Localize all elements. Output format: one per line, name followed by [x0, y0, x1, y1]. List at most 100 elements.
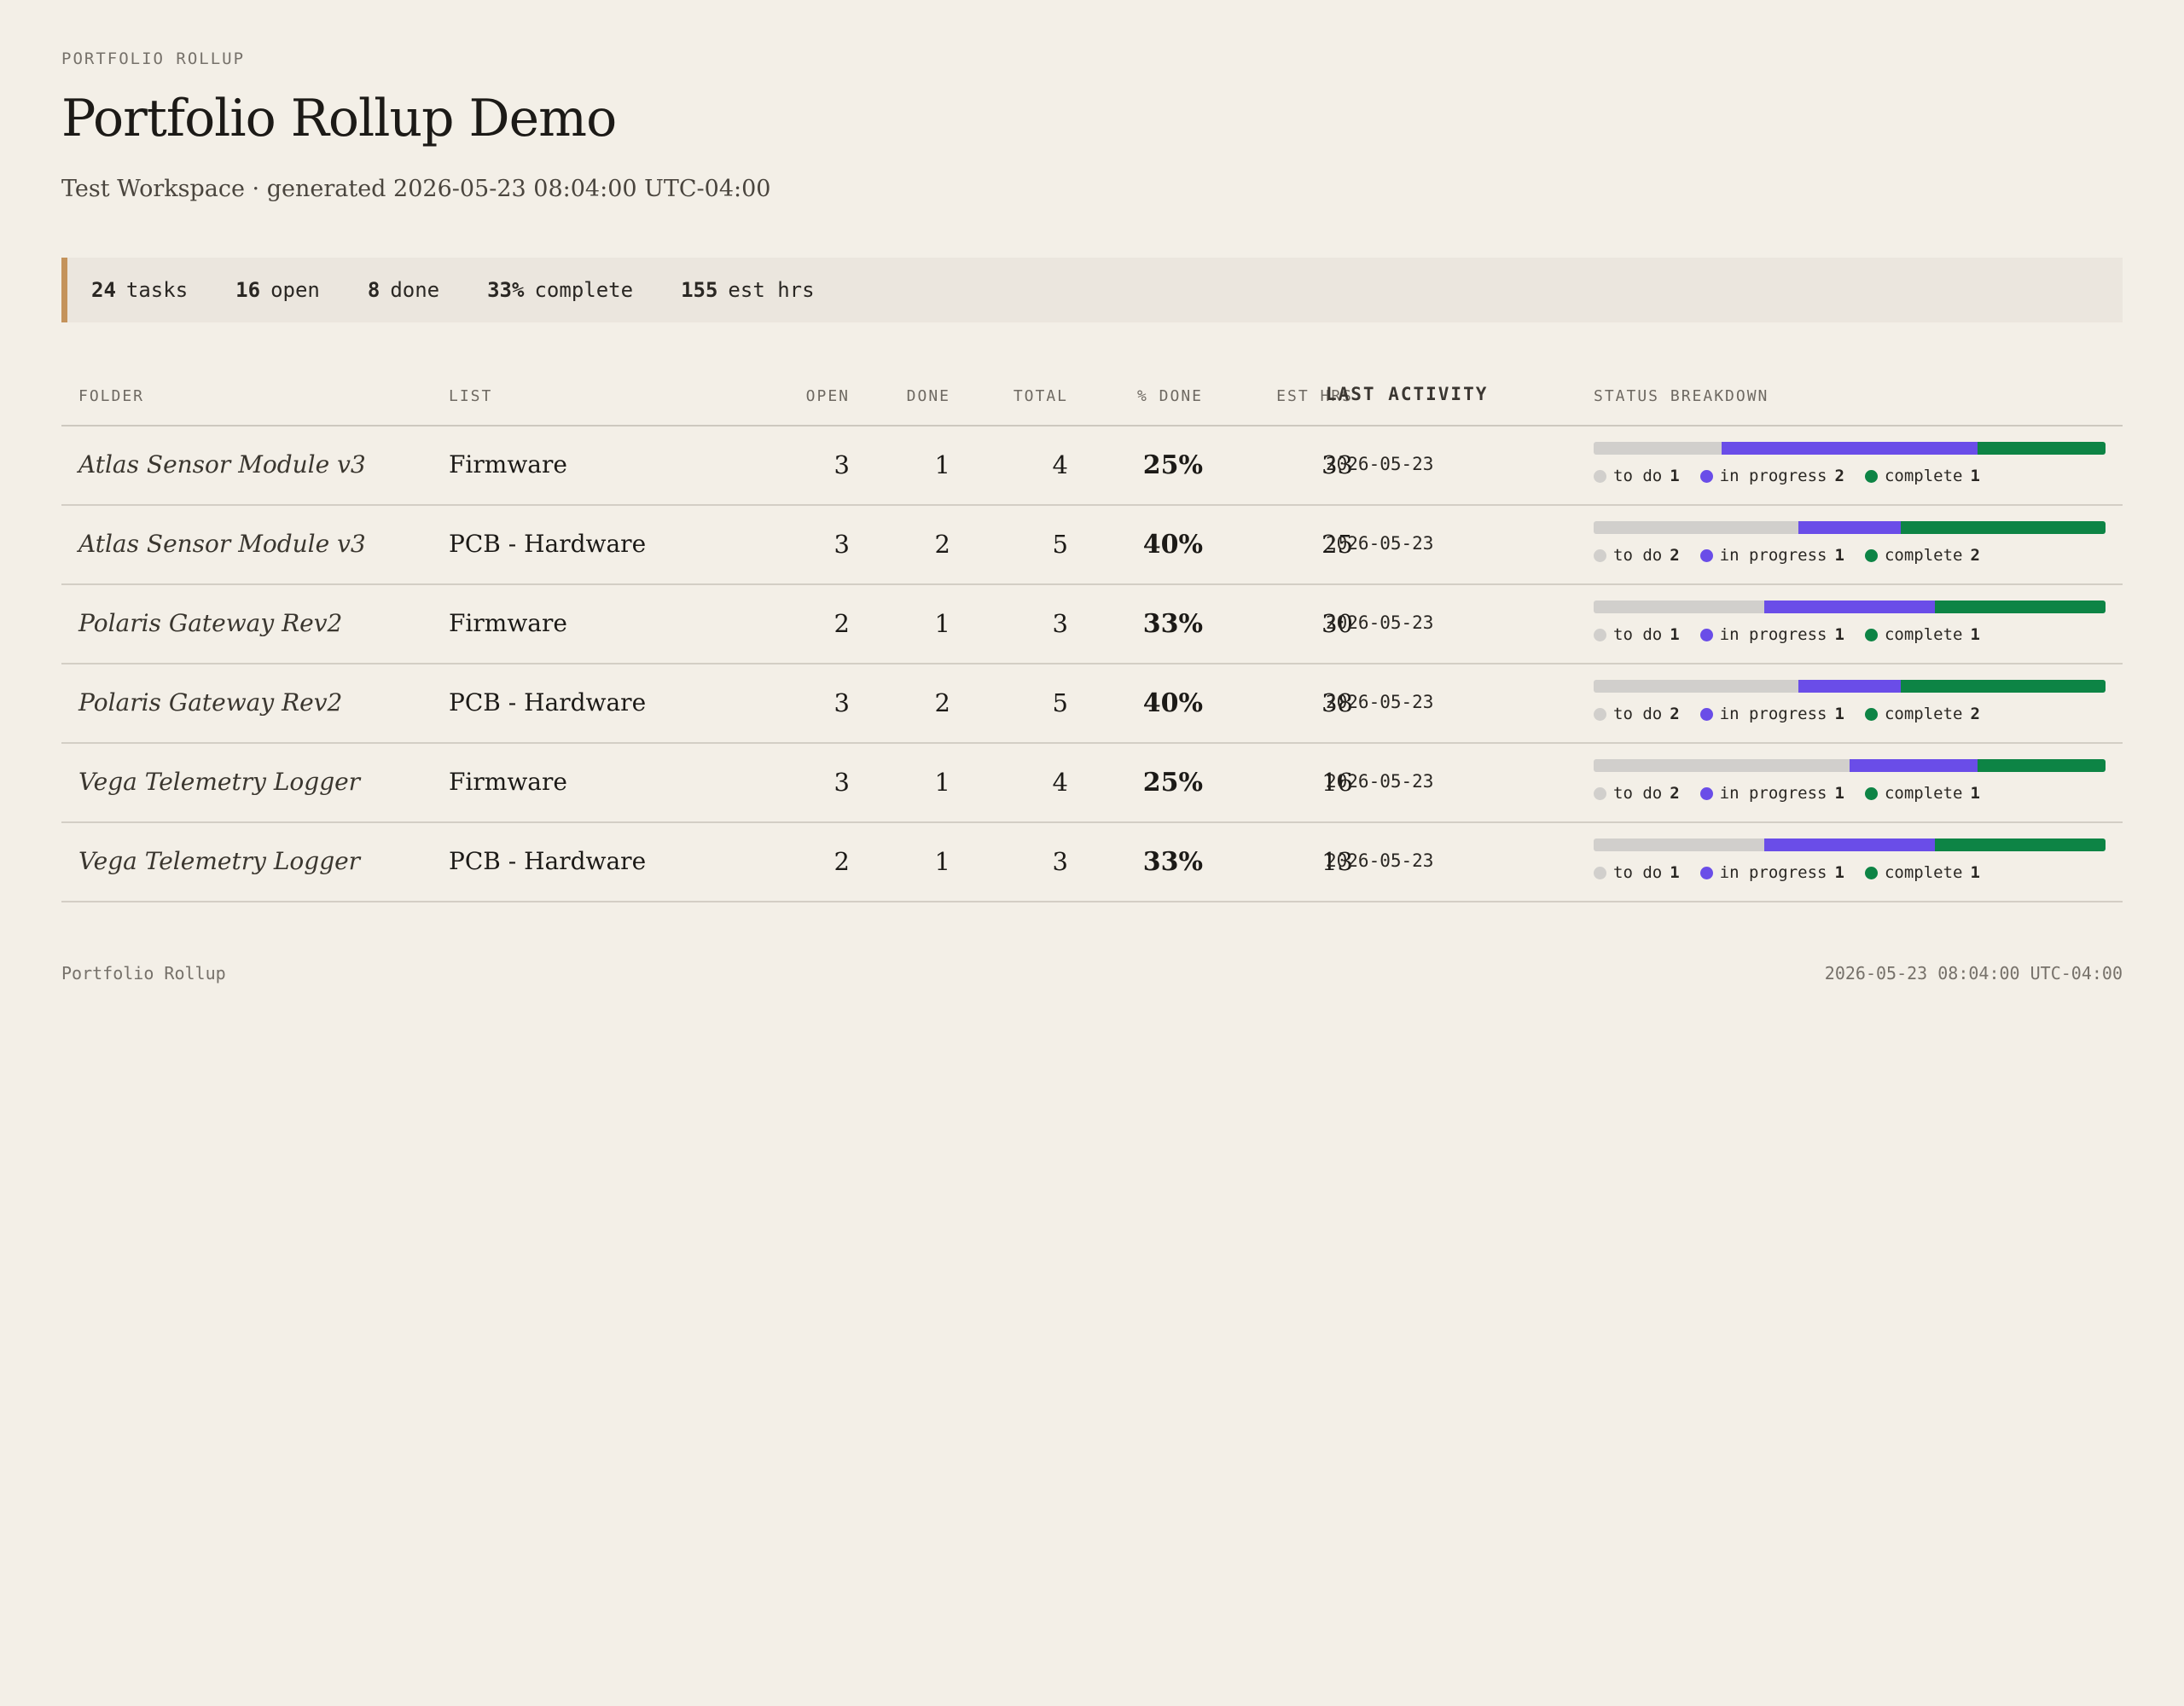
- last-activity-cell: 2026-05-23: [1326, 771, 1434, 792]
- status-bar: [1594, 838, 2106, 851]
- legend-complete: complete 2: [1864, 546, 1980, 565]
- bar-segment-complete: [1935, 601, 2106, 613]
- pct-done-cell: 40%: [1142, 530, 1203, 560]
- bar-segment-in-progress: [1798, 521, 1901, 534]
- column-header-folder[interactable]: FOLDER: [78, 387, 144, 405]
- complete-dot-icon: [1864, 548, 1878, 562]
- column-header-open[interactable]: OPEN: [747, 387, 850, 405]
- bar-segment-complete: [1978, 442, 2106, 455]
- bar-segment-todo: [1594, 521, 1798, 534]
- folder-cell[interactable]: Polaris Gateway Rev2: [78, 609, 342, 637]
- complete-dot-icon: [1864, 866, 1878, 879]
- summary-complete: 33% complete: [487, 278, 634, 302]
- summary-open: 16 open: [235, 278, 320, 302]
- status-legend: to do 2 in progress 1 complete 2: [1594, 546, 2106, 565]
- bar-segment-in-progress: [1764, 838, 1935, 851]
- done-cell: 1: [934, 450, 950, 479]
- legend-todo: to do 2: [1594, 546, 1680, 565]
- summary-tasks: 24 tasks: [91, 278, 189, 302]
- todo-dot-icon: [1594, 548, 1606, 562]
- table-row[interactable]: Polaris Gateway Rev2 Firmware 2 1 3 33% …: [61, 585, 2123, 664]
- complete-dot-icon: [1864, 469, 1878, 483]
- status-bar: [1594, 601, 2106, 613]
- in-progress-dot-icon: [1699, 786, 1713, 800]
- folder-cell[interactable]: Atlas Sensor Module v3: [78, 450, 366, 479]
- legend-todo: to do 1: [1594, 625, 1680, 644]
- page-subtitle: Test Workspace · generated 2026-05-23 08…: [61, 176, 771, 202]
- status-bar: [1594, 759, 2106, 772]
- folder-cell[interactable]: Vega Telemetry Logger: [78, 847, 360, 875]
- done-cell: 2: [934, 530, 950, 559]
- table-row[interactable]: Vega Telemetry Logger Firmware 3 1 4 25%…: [61, 744, 2123, 823]
- open-cell: 3: [834, 688, 850, 717]
- in-progress-dot-icon: [1699, 469, 1713, 483]
- legend-in-progress: in progress 2: [1699, 467, 1844, 485]
- list-cell[interactable]: PCB - Hardware: [449, 530, 646, 558]
- total-cell: 3: [1052, 609, 1068, 638]
- bar-segment-in-progress: [1722, 442, 1978, 455]
- pct-done-cell: 25%: [1142, 450, 1203, 480]
- pct-done-cell: 33%: [1142, 847, 1203, 877]
- complete-dot-icon: [1864, 786, 1878, 800]
- column-header-last-activity[interactable]: LAST ACTIVITY: [1326, 384, 1488, 404]
- table-row[interactable]: Atlas Sensor Module v3 PCB - Hardware 3 …: [61, 506, 2123, 585]
- status-bar: [1594, 521, 2106, 534]
- table-row[interactable]: Polaris Gateway Rev2 PCB - Hardware 3 2 …: [61, 664, 2123, 744]
- folder-cell[interactable]: Atlas Sensor Module v3: [78, 530, 366, 558]
- todo-dot-icon: [1594, 786, 1606, 800]
- pct-done-cell: 40%: [1142, 688, 1203, 718]
- column-header-total[interactable]: TOTAL: [966, 387, 1068, 405]
- folder-cell[interactable]: Polaris Gateway Rev2: [78, 688, 342, 717]
- list-cell[interactable]: Firmware: [449, 768, 567, 796]
- bar-segment-todo: [1594, 680, 1798, 693]
- status-breakdown: to do 2 in progress 1 complete 2: [1594, 680, 2106, 723]
- todo-dot-icon: [1594, 707, 1606, 721]
- column-header-list[interactable]: LIST: [449, 387, 492, 405]
- legend-todo: to do 2: [1594, 784, 1680, 803]
- todo-dot-icon: [1594, 866, 1606, 879]
- list-cell[interactable]: Firmware: [449, 609, 567, 637]
- legend-complete: complete 1: [1864, 625, 1980, 644]
- total-cell: 4: [1052, 450, 1068, 479]
- todo-dot-icon: [1594, 628, 1606, 641]
- pct-done-cell: 25%: [1142, 768, 1203, 798]
- table-row[interactable]: Vega Telemetry Logger PCB - Hardware 2 1…: [61, 823, 2123, 902]
- status-bar: [1594, 442, 2106, 455]
- status-legend: to do 2 in progress 1 complete 1: [1594, 784, 2106, 803]
- table-row[interactable]: Atlas Sensor Module v3 Firmware 3 1 4 25…: [61, 426, 2123, 506]
- legend-in-progress: in progress 1: [1699, 784, 1844, 803]
- legend-todo: to do 2: [1594, 705, 1680, 723]
- status-legend: to do 2 in progress 1 complete 2: [1594, 705, 2106, 723]
- total-cell: 5: [1052, 688, 1068, 717]
- bar-segment-in-progress: [1798, 680, 1901, 693]
- footer-timestamp: 2026-05-23 08:04:00 UTC-04:00: [1824, 963, 2123, 984]
- bar-segment-todo: [1594, 442, 1722, 455]
- complete-dot-icon: [1864, 628, 1878, 641]
- in-progress-dot-icon: [1699, 628, 1713, 641]
- last-activity-cell: 2026-05-23: [1326, 454, 1434, 474]
- status-breakdown: to do 1 in progress 1 complete 1: [1594, 601, 2106, 644]
- last-activity-cell: 2026-05-23: [1326, 612, 1434, 633]
- in-progress-dot-icon: [1699, 548, 1713, 562]
- folder-cell[interactable]: Vega Telemetry Logger: [78, 768, 360, 796]
- bar-segment-complete: [1978, 759, 2106, 772]
- status-breakdown: to do 2 in progress 1 complete 2: [1594, 521, 2106, 565]
- legend-in-progress: in progress 1: [1699, 705, 1844, 723]
- column-header-pct-done[interactable]: % DONE: [1066, 387, 1203, 405]
- status-bar: [1594, 680, 2106, 693]
- status-breakdown: to do 1 in progress 2 complete 1: [1594, 442, 2106, 485]
- column-header-done[interactable]: DONE: [848, 387, 950, 405]
- bar-segment-todo: [1594, 759, 1850, 772]
- list-cell[interactable]: PCB - Hardware: [449, 847, 646, 875]
- pct-done-cell: 33%: [1142, 609, 1203, 639]
- status-breakdown: to do 1 in progress 1 complete 1: [1594, 838, 2106, 882]
- list-cell[interactable]: Firmware: [449, 450, 567, 479]
- summary-done: 8 done: [367, 278, 440, 302]
- column-header-status-breakdown[interactable]: STATUS BREAKDOWN: [1594, 387, 1769, 405]
- list-cell[interactable]: PCB - Hardware: [449, 688, 646, 717]
- status-legend: to do 1 in progress 1 complete 1: [1594, 863, 2106, 882]
- rollup-table: FOLDER LIST OPEN DONE TOTAL % DONE EST H…: [61, 358, 2123, 902]
- footer-title: Portfolio Rollup: [61, 963, 226, 984]
- total-cell: 5: [1052, 530, 1068, 559]
- legend-complete: complete 1: [1864, 784, 1980, 803]
